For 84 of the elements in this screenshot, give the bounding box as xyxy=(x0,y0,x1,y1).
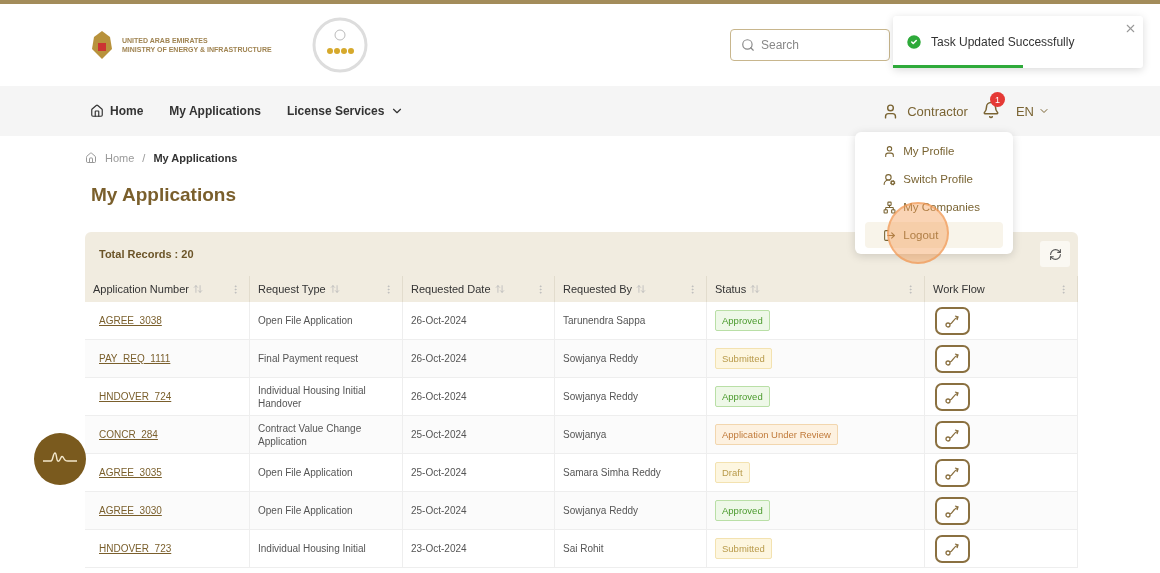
table-cell: Samara Simha Reddy xyxy=(563,466,661,479)
status-tag: Approved xyxy=(715,500,770,521)
workflow-button[interactable] xyxy=(935,382,970,411)
refresh-button[interactable] xyxy=(1040,241,1070,267)
user-menu-button[interactable]: Contractor xyxy=(882,102,968,120)
application-link[interactable]: PAY_REQ_1111 xyxy=(99,352,171,365)
table-cell: 26-Oct-2024 xyxy=(411,352,467,365)
table-cell: Sowjanya Reddy xyxy=(563,504,639,517)
table-cell-text: Individual Housing Initial Handover xyxy=(258,383,367,410)
route-icon xyxy=(944,351,961,366)
table-cell: Final Payment request xyxy=(258,352,359,365)
workflow-button[interactable] xyxy=(935,458,970,487)
workflow-button[interactable] xyxy=(935,420,970,449)
chat-button[interactable] xyxy=(34,433,86,485)
table-cell: 25-Oct-2024 xyxy=(411,504,467,517)
total-records: Total Records : 20 xyxy=(99,248,194,260)
search-icon xyxy=(741,38,755,52)
notification-count: 1 xyxy=(989,92,1005,107)
status-tag: Approved xyxy=(715,386,770,407)
menu-item[interactable]: Switch Profile xyxy=(865,166,1004,192)
search-placeholder: Search xyxy=(761,38,800,52)
nav-link[interactable]: License Services xyxy=(286,104,405,118)
home-icon xyxy=(90,104,104,118)
sort-icon[interactable] xyxy=(750,284,761,294)
home-icon xyxy=(85,152,97,164)
sort-icon[interactable] xyxy=(193,284,203,294)
workflow-button[interactable] xyxy=(935,496,970,525)
table-cell: Individual Housing Initial xyxy=(258,542,366,555)
sort-icon[interactable] xyxy=(636,284,647,294)
table-cell-text: Contract Value Change Application xyxy=(258,421,363,448)
table-cell: Sowjanya Reddy xyxy=(563,390,639,403)
route-icon xyxy=(944,541,961,556)
application-link[interactable]: AGREE_3038 xyxy=(99,314,162,327)
status-tag: Submitted xyxy=(715,538,772,559)
close-button[interactable] xyxy=(1124,22,1137,35)
table-cell: Tarunendra Sappa xyxy=(563,314,646,327)
table-cell: Open File Application xyxy=(258,504,353,517)
application-link[interactable]: HNDOVER_724 xyxy=(99,390,172,403)
logout-icon xyxy=(883,228,897,242)
table-cell: 23-Oct-2024 xyxy=(411,542,467,555)
route-icon xyxy=(944,313,961,328)
sort-icon[interactable] xyxy=(329,284,340,294)
route-icon xyxy=(944,465,961,480)
route-icon xyxy=(944,503,961,518)
application-link[interactable]: AGREE_3035 xyxy=(99,466,162,479)
status-tag: Application Under Review xyxy=(715,424,838,445)
table-cell: 25-Oct-2024 xyxy=(411,466,467,479)
table-cell: 25-Oct-2024 xyxy=(411,428,467,441)
workflow-button[interactable] xyxy=(935,306,970,335)
table-cell: 26-Oct-2024 xyxy=(411,390,467,403)
success-icon xyxy=(905,33,923,51)
refresh-icon xyxy=(1048,247,1062,261)
user-icon xyxy=(883,144,897,158)
workflow-button[interactable] xyxy=(935,534,970,563)
application-link[interactable]: CONCR_284 xyxy=(99,428,158,441)
table-cell: Sai Rohit xyxy=(563,542,604,555)
application-link[interactable]: HNDOVER_723 xyxy=(99,542,172,555)
application-link[interactable]: AGREE_3030 xyxy=(99,504,162,517)
table-cell: Sowjanya Reddy xyxy=(563,352,639,365)
table-cell: Sowjanya xyxy=(563,428,607,441)
menu-item[interactable]: My Profile xyxy=(865,138,1004,164)
nav-link[interactable]: My Applications xyxy=(169,104,261,118)
workflow-button[interactable] xyxy=(935,344,970,373)
sort-icon[interactable] xyxy=(494,284,505,294)
breadcrumb-separator: / xyxy=(142,152,146,164)
status-tag: Approved xyxy=(715,310,770,331)
page-title: My Applications xyxy=(91,184,236,206)
table-cell: 26-Oct-2024 xyxy=(411,314,467,327)
table-cell: Open File Application xyxy=(258,314,353,327)
route-icon xyxy=(944,427,961,442)
language-selector[interactable]: EN xyxy=(1015,103,1050,119)
route-icon xyxy=(944,389,961,404)
toast-message: Task Updated Successfully xyxy=(931,35,1075,49)
table-cell: Open File Application xyxy=(258,466,353,479)
network-icon xyxy=(883,200,897,214)
breadcrumb-current: My Applications xyxy=(153,152,238,164)
bell-icon[interactable] xyxy=(981,101,1000,119)
nav-link[interactable]: Home xyxy=(90,104,144,118)
rating-logo xyxy=(311,17,368,73)
status-tag: Submitted xyxy=(715,348,772,369)
user-switch-icon xyxy=(883,172,897,186)
emblem-icon xyxy=(90,29,114,61)
status-tag: Draft xyxy=(715,462,750,483)
search-field[interactable]: Search xyxy=(730,29,890,61)
